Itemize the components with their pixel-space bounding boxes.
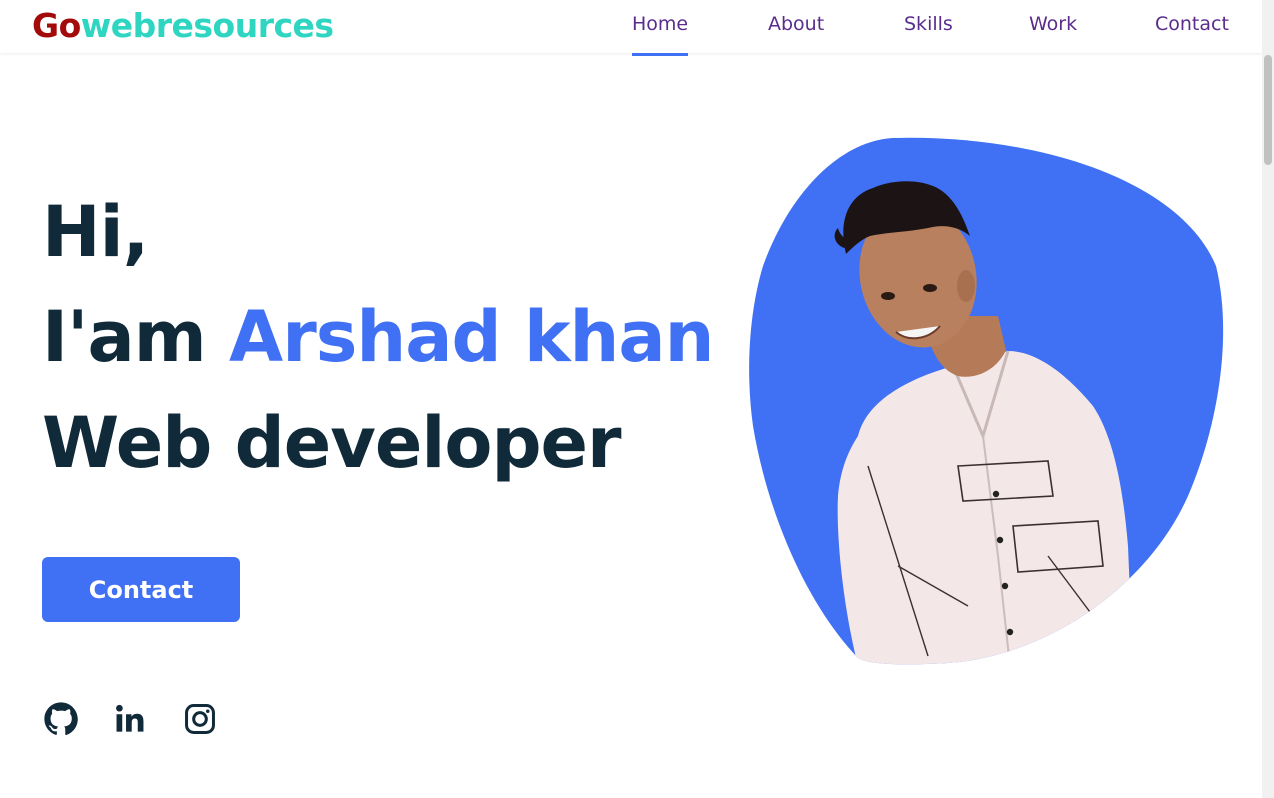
site-header: Gowebresources Home About Skills Work Co…	[0, 0, 1262, 56]
instagram-icon[interactable]	[181, 700, 219, 738]
scrollbar[interactable]	[1262, 0, 1274, 798]
profile-image	[748, 136, 1224, 666]
hero-role: Web developer	[42, 402, 622, 484]
nav-skills[interactable]: Skills	[904, 13, 953, 53]
hero-intro-prefix: I'am	[42, 296, 230, 378]
nav-home[interactable]: Home	[632, 13, 689, 56]
linkedin-icon[interactable]	[111, 700, 149, 738]
scrollbar-thumb[interactable]	[1264, 55, 1272, 165]
contact-button[interactable]: Contact	[42, 557, 240, 622]
hero-greeting: Hi,	[42, 191, 149, 273]
nav-contact[interactable]: Contact	[1155, 13, 1229, 53]
github-icon[interactable]	[42, 700, 80, 738]
hero-name: Arshad khan	[229, 296, 714, 378]
nav-work[interactable]: Work	[1029, 13, 1077, 53]
logo-webresources: webresources	[80, 6, 334, 45]
logo-go: Go	[32, 6, 81, 45]
nav-about[interactable]: About	[768, 13, 824, 53]
hero-intro: I'am Arshad khan	[42, 287, 714, 387]
site-logo[interactable]: Gowebresources	[32, 6, 334, 46]
